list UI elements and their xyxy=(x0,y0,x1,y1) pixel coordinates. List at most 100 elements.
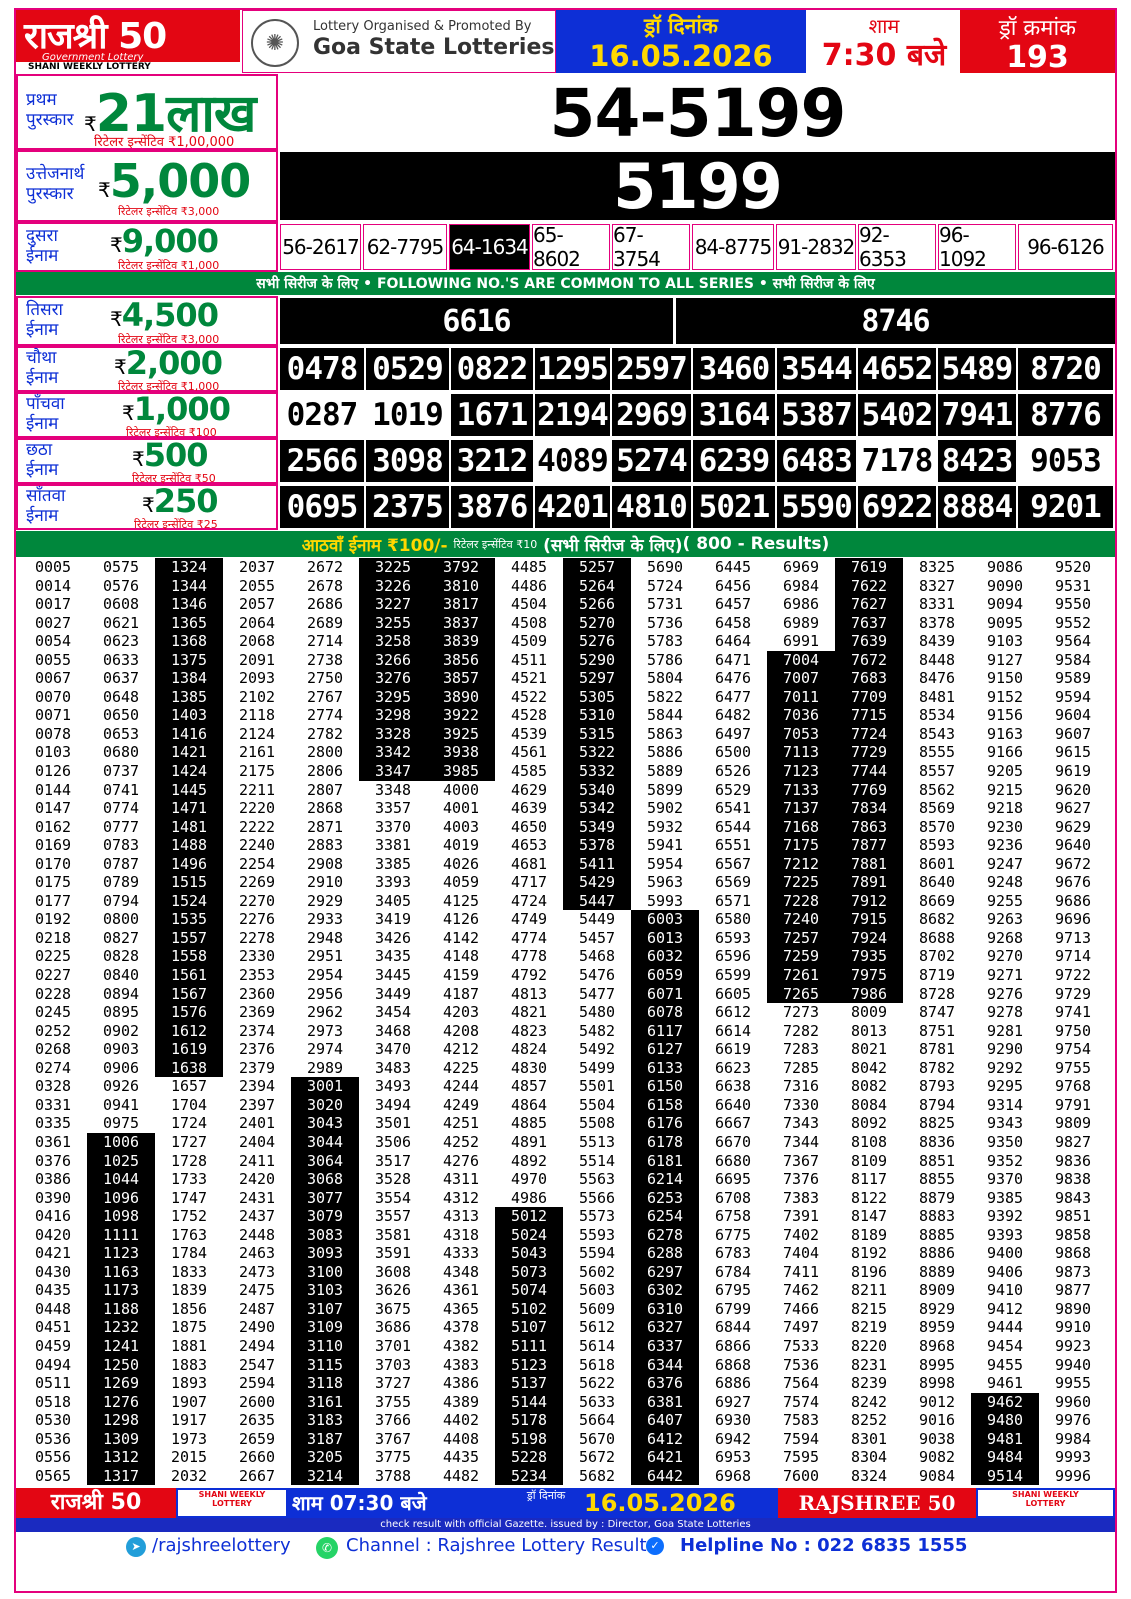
eighth-number: 7564 xyxy=(782,1374,820,1393)
eighth-number: 7411 xyxy=(782,1262,820,1281)
eighth-number: 8688 xyxy=(918,928,956,947)
eighth-number: 0227 xyxy=(34,966,72,985)
eighth-number: 0518 xyxy=(34,1392,72,1411)
eighth-number: 6953 xyxy=(714,1448,752,1467)
eighth-number: 9607 xyxy=(1054,724,1092,743)
eighth-number: 3454 xyxy=(374,1003,412,1022)
eighth-number: 6930 xyxy=(714,1411,752,1430)
eighth-number: 4508 xyxy=(510,613,548,632)
eighth-number: 6758 xyxy=(714,1207,752,1226)
channel-link[interactable]: Channel : Rajshree Lottery Result xyxy=(346,1535,647,1556)
eighth-number: 9827 xyxy=(1054,1132,1092,1151)
eighth-number: 6593 xyxy=(714,928,752,947)
eighth-number: 5670 xyxy=(578,1429,616,1448)
eighth-number: 4509 xyxy=(510,632,548,651)
eighth-number: 0828 xyxy=(102,947,140,966)
eighth-number: 3890 xyxy=(427,687,495,707)
eighth-number: 8324 xyxy=(850,1466,888,1485)
sixth-prize-number: 5274 xyxy=(612,440,691,482)
prize-amount: 5,000 xyxy=(109,154,252,208)
eighth-number: 5411 xyxy=(563,854,631,874)
eighth-number: 4378 xyxy=(442,1318,480,1337)
footer-shani-2: SHANI WEEKLY LOTTERY xyxy=(978,1490,1113,1516)
eighth-number: 7466 xyxy=(782,1299,820,1318)
fifth-prize-number: 2969 xyxy=(612,394,691,436)
seventh-prize-label: साँतवा ईनाम ₹250 रिटेलर इन्सेंटिव ₹25 xyxy=(16,482,278,531)
third-prize-number-2: 8746 xyxy=(676,298,1115,344)
rupee-icon: ₹ xyxy=(122,401,135,425)
eighth-number: 4208 xyxy=(442,1021,480,1040)
eighth-number: 0225 xyxy=(34,947,72,966)
eighth-number: 6497 xyxy=(714,724,752,743)
eighth-number: 3554 xyxy=(374,1188,412,1207)
eighth-number: 0894 xyxy=(102,984,140,1003)
eighth-number: 3079 xyxy=(291,1207,359,1226)
eighth-number: 9910 xyxy=(1054,1318,1092,1337)
eighth-number: 4001 xyxy=(442,799,480,818)
eighth-number: 3494 xyxy=(374,1095,412,1114)
eighth-number: 5612 xyxy=(578,1318,616,1337)
eighth-number: 5963 xyxy=(646,873,684,892)
eighth-number: 7595 xyxy=(782,1448,820,1467)
eighth-number: 3449 xyxy=(374,984,412,1003)
eighth-number: 8543 xyxy=(918,724,956,743)
eighth-number: 4225 xyxy=(442,1058,480,1077)
eighth-number: 3839 xyxy=(427,632,495,651)
telegram-link[interactable]: /rajshreelottery xyxy=(152,1535,291,1556)
eighth-number: 6927 xyxy=(714,1392,752,1411)
footer-shani: SHANI WEEKLY LOTTERY xyxy=(178,1490,286,1516)
eighth-number: 5322 xyxy=(563,743,631,763)
eighth-number: 4348 xyxy=(442,1262,480,1281)
eighth-number: 3766 xyxy=(374,1411,412,1430)
eighth-number: 8702 xyxy=(918,947,956,966)
eighth-number: 2600 xyxy=(238,1392,276,1411)
eighth-number: 8378 xyxy=(918,613,956,632)
fourth-prize-number: 4652 xyxy=(858,348,936,390)
eighth-column: 5690 5724 5731 5736 5783 5786 5804 5822 5844 5863… xyxy=(631,558,699,1487)
eighth-number: 0103 xyxy=(34,743,72,762)
eighth-number: 0169 xyxy=(34,836,72,855)
eighth-number: 7113 xyxy=(767,743,835,763)
eighth-number: 1044 xyxy=(87,1170,155,1189)
eighth-number: 8855 xyxy=(918,1170,956,1189)
eighth-number: 2093 xyxy=(238,669,276,688)
eighth-number: 6445 xyxy=(714,558,752,576)
eighth-number: 5672 xyxy=(578,1448,616,1467)
sixth-prize-number: 9053 xyxy=(1018,440,1113,482)
eighth-number: 8448 xyxy=(918,650,956,669)
eighth-number: 3214 xyxy=(291,1466,359,1486)
eighth-number: 0067 xyxy=(34,669,72,688)
eighth-number: 0789 xyxy=(102,873,140,892)
second-prize-number: 84-8775 xyxy=(692,224,774,270)
second-prize-number: 65-8602 xyxy=(532,223,610,271)
second-prize-number: 91-2832 xyxy=(776,224,856,270)
eighth-number: 5501 xyxy=(578,1077,616,1096)
eighth-number: 1416 xyxy=(155,724,223,744)
eighth-number: 1881 xyxy=(170,1336,208,1355)
eighth-number: 5822 xyxy=(646,687,684,706)
eighth-number: 7863 xyxy=(835,817,903,837)
fifth-prize-number: 2194 xyxy=(535,394,610,436)
eighth-number: 9205 xyxy=(986,762,1024,781)
eighth-number: 6942 xyxy=(714,1429,752,1448)
telegram-icon: ➤ xyxy=(126,1537,146,1557)
eighth-number: 8239 xyxy=(850,1374,888,1393)
eighth-number: 3925 xyxy=(427,724,495,744)
eighth-number: 3581 xyxy=(374,1225,412,1244)
eighth-number: 1317 xyxy=(87,1466,155,1486)
eighth-number: 5178 xyxy=(495,1411,563,1430)
eighth-number: 2068 xyxy=(238,632,276,651)
helpline: Helpline No : 022 6835 1555 xyxy=(680,1535,968,1556)
prize-amount: 500 xyxy=(143,436,209,474)
eighth-number: 7036 xyxy=(767,706,835,725)
eighth-number: 2064 xyxy=(238,613,276,632)
eighth-number: 5449 xyxy=(578,910,616,929)
eighth-number: 3817 xyxy=(427,595,495,614)
eighth-number: 9084 xyxy=(918,1466,956,1485)
eighth-number: 5618 xyxy=(578,1355,616,1374)
eighth-number: 3703 xyxy=(374,1355,412,1374)
eighth-number: 5499 xyxy=(578,1058,616,1077)
eighth-number: 1346 xyxy=(155,595,223,614)
eighth-number: 5349 xyxy=(563,817,631,837)
eighth-number: 0975 xyxy=(102,1114,140,1133)
